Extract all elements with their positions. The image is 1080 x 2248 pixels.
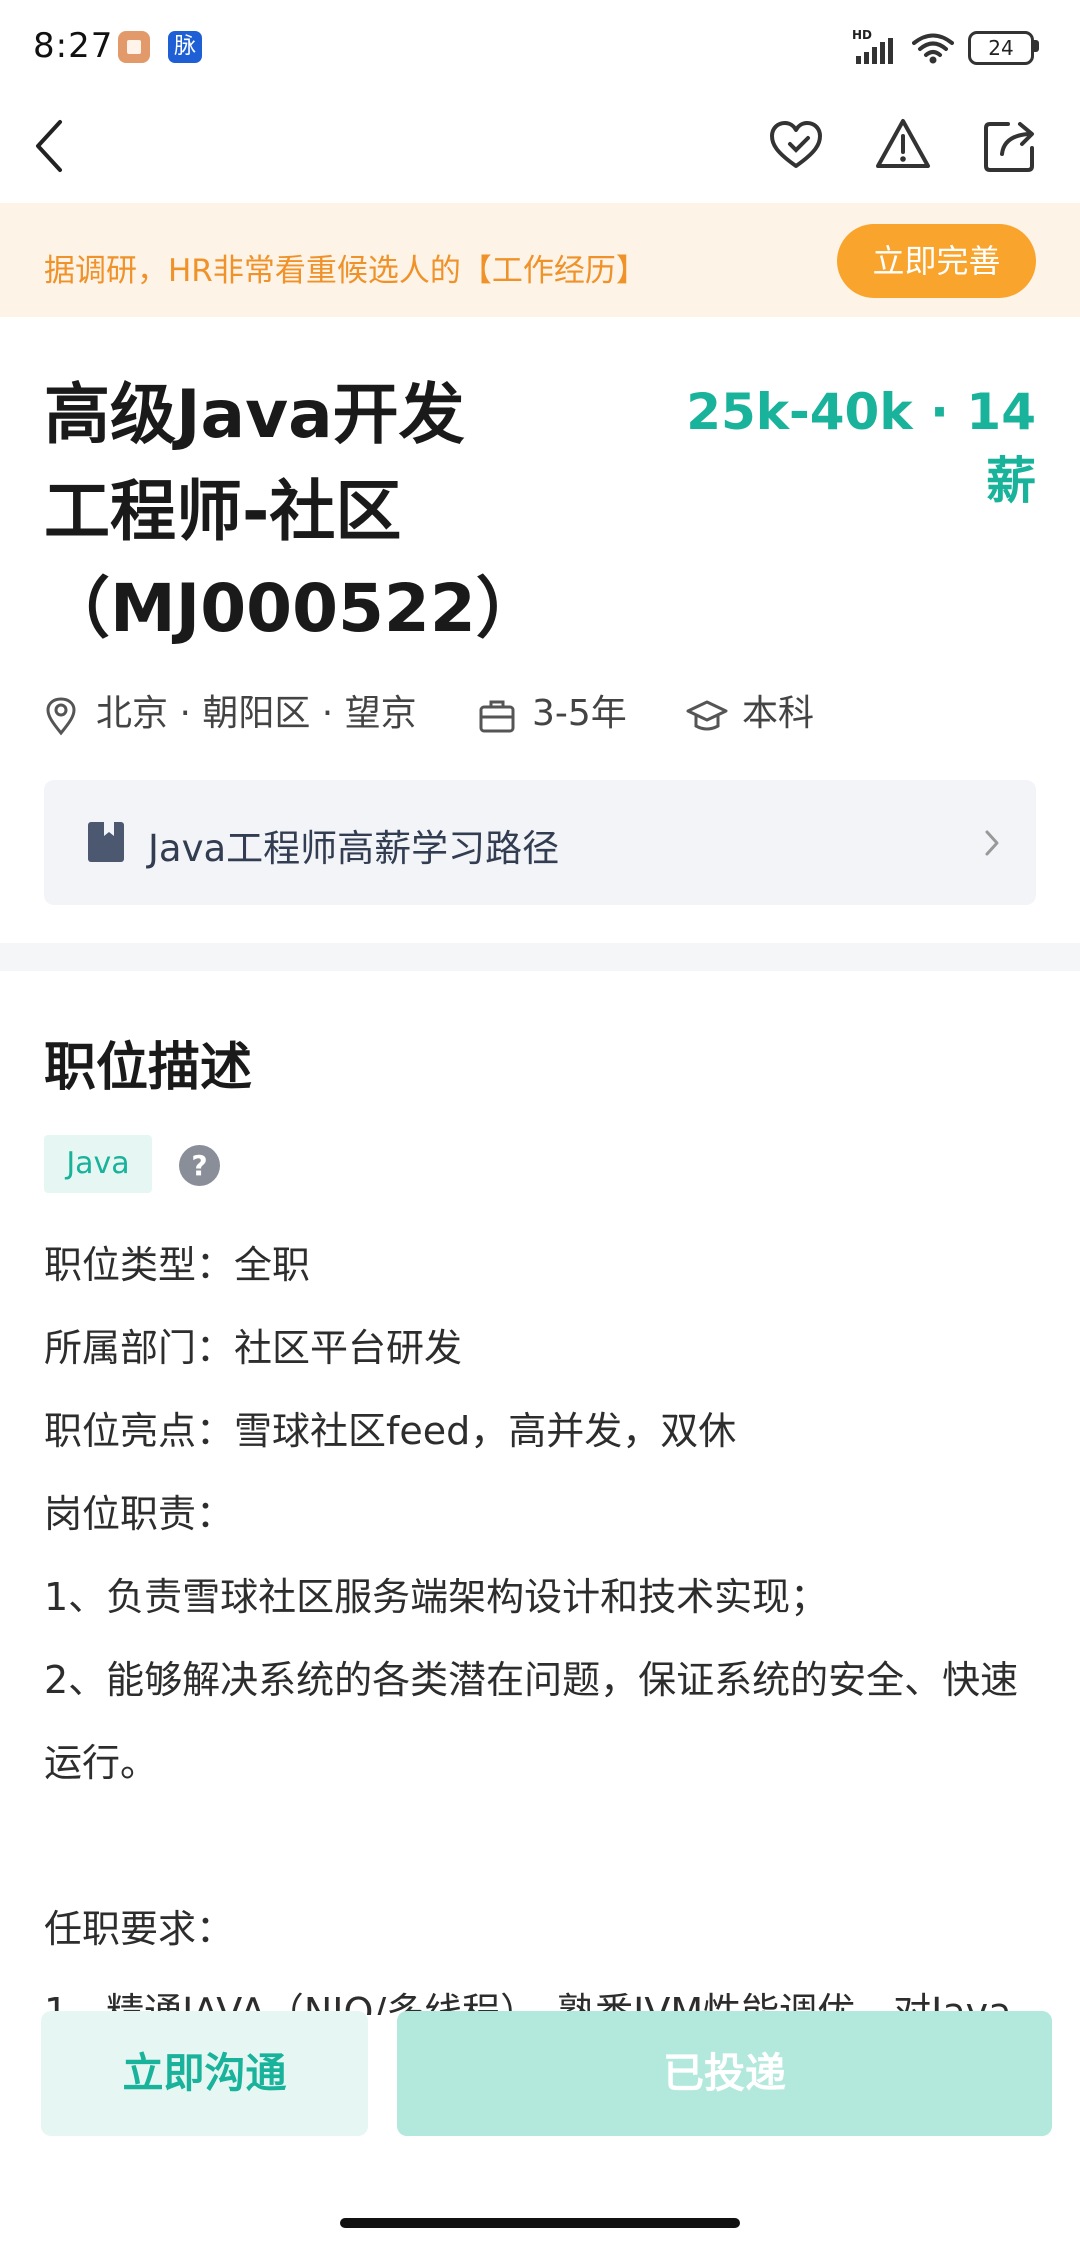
signal-icon	[856, 38, 893, 64]
section-title: 职位描述	[44, 1038, 253, 1098]
description-line: 1、负责雪球社区服务端架构设计和技术实现；	[44, 1575, 829, 1619]
description-line: 职位类型：全职	[44, 1243, 311, 1287]
share-icon[interactable]	[982, 116, 1038, 174]
complete-profile-button[interactable]: 立即完善	[837, 224, 1036, 298]
section-divider	[0, 943, 1080, 971]
briefcase-icon	[479, 700, 515, 733]
banner-text: 据调研，HR非常看重候选人的【工作经历】	[44, 253, 647, 289]
description-line: 岗位职责：	[44, 1492, 235, 1536]
back-icon[interactable]	[30, 116, 70, 176]
report-icon[interactable]	[874, 116, 932, 174]
app-notification-icon	[118, 31, 150, 63]
applied-button[interactable]: 已投递	[397, 2011, 1052, 2136]
education-icon	[686, 700, 728, 731]
description-line: 运行。	[44, 1741, 159, 1785]
salary: 25k-40k · 14薪	[686, 383, 1036, 510]
description-line: 职位亮点：雪球社区feed，高并发，双休	[44, 1409, 737, 1453]
location-icon	[46, 697, 76, 736]
help-icon[interactable]: ?	[179, 1145, 220, 1186]
job-title-line: 高级Java开发	[44, 376, 465, 453]
wifi-icon	[912, 33, 954, 64]
home-indicator[interactable]	[340, 2218, 740, 2228]
job-experience: 3-5年	[532, 693, 627, 734]
chevron-right-icon	[985, 830, 999, 856]
learning-path-label: Java工程师高薪学习路径	[148, 827, 560, 870]
job-title-line: （MJ000522）	[44, 570, 542, 647]
job-title: 高级Java开发 工程师-社区 （MJ000522）	[44, 366, 604, 657]
chat-now-button[interactable]: 立即沟通	[41, 2011, 368, 2136]
description-line: 任职要求：	[44, 1907, 235, 1951]
book-icon	[88, 822, 124, 862]
job-title-line: 工程师-社区	[44, 473, 402, 550]
battery-tip	[1034, 40, 1039, 52]
description-line: 2、能够解决系统的各类潜在问题，保证系统的安全、快速	[44, 1658, 1019, 1702]
job-education: 本科	[742, 693, 815, 734]
favorite-icon[interactable]	[768, 118, 824, 174]
job-location: 北京 · 朝阳区 · 望京	[96, 693, 417, 734]
battery-icon: 24	[968, 31, 1034, 65]
status-time: 8:27	[33, 26, 114, 66]
description-line: 所属部门：社区平台研发	[44, 1326, 463, 1370]
skill-tag[interactable]: Java	[44, 1135, 152, 1193]
maimai-icon: 脉	[168, 31, 202, 63]
